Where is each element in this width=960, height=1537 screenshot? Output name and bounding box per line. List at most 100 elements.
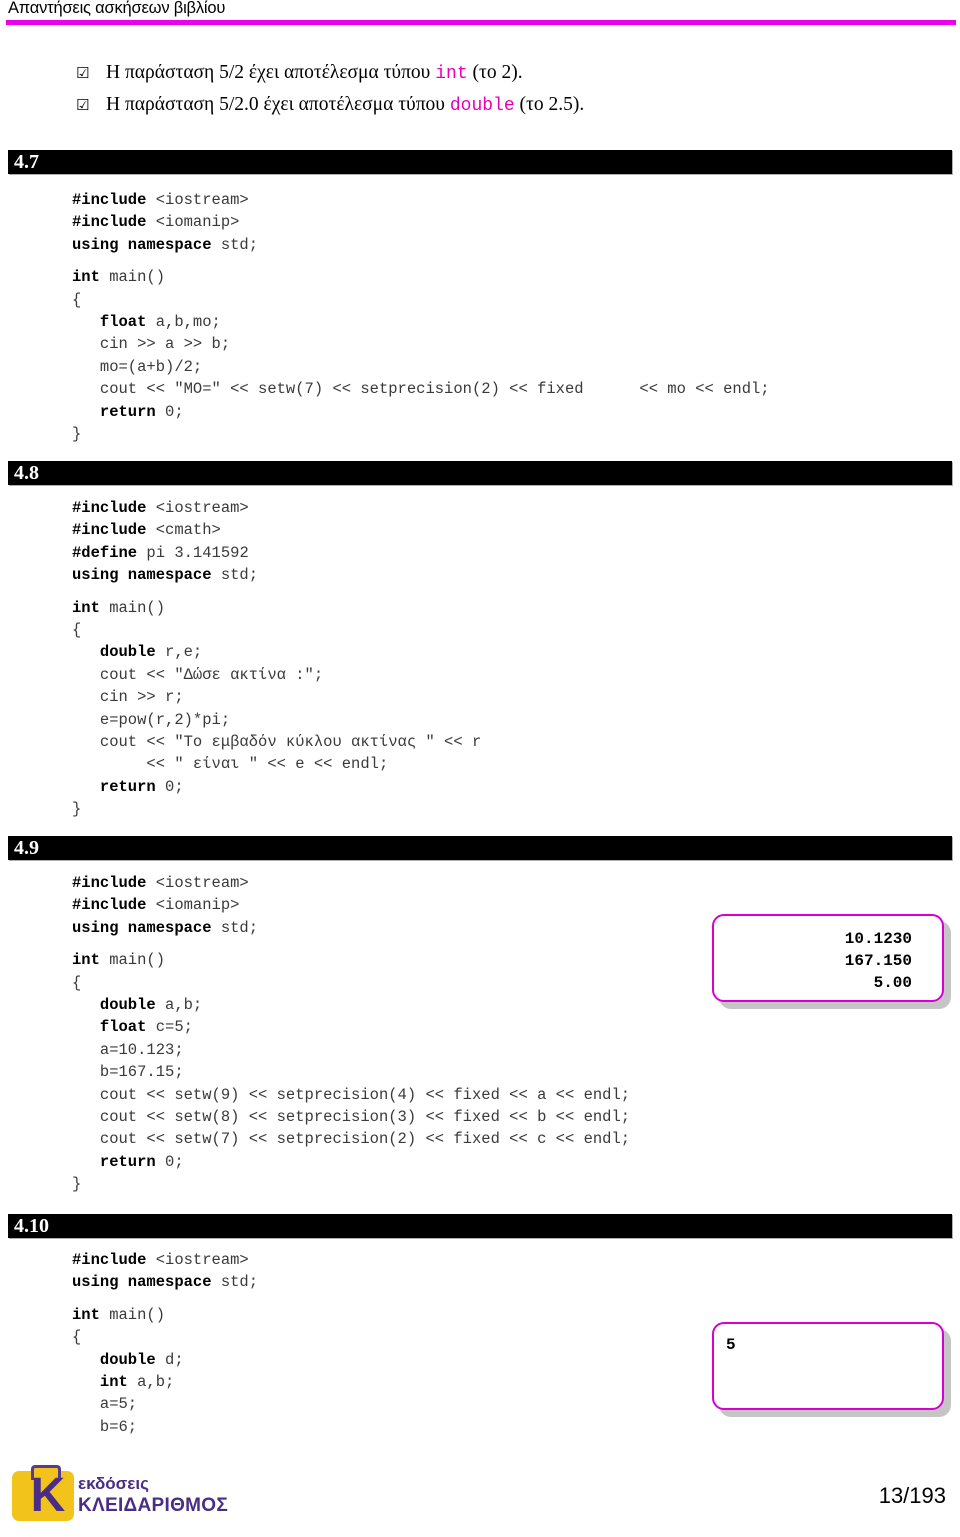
code-text: std; bbox=[211, 235, 259, 254]
section-label: 4.10 bbox=[14, 1215, 49, 1237]
code-line: float a,b,mo; bbox=[72, 311, 770, 333]
code-text: { bbox=[72, 973, 82, 992]
list-item: ☑ Η παράσταση 5/2 έχει αποτέλεσμα τύπου … bbox=[0, 62, 960, 84]
code-line: cout << setw(7) << setprecision(2) << fi… bbox=[72, 1128, 630, 1150]
publisher-logo: K εκδόσεις ΚΛΕΙΔΑΡΙΘΜΟΣ bbox=[12, 1463, 228, 1525]
code-line: return 0; bbox=[72, 1151, 630, 1173]
code-line: << " είναι " << e << endl; bbox=[72, 753, 481, 775]
code-text: main() bbox=[99, 1305, 166, 1324]
code-listing-4-8: #include <iostream> #include <cmath> #defi… bbox=[72, 497, 481, 821]
code-line: { bbox=[72, 1326, 258, 1348]
code-line: cout << "Δώσε ακτίνα :"; bbox=[72, 664, 481, 686]
code-keyword: using namespace bbox=[72, 1273, 212, 1292]
code-text: <iostream> bbox=[146, 191, 249, 209]
code-text: 0; bbox=[155, 1152, 184, 1171]
code-line: int main() bbox=[72, 949, 630, 971]
list-item-text: Η παράσταση 5/2 έχει αποτέλεσμα τύπου in… bbox=[106, 62, 523, 84]
list-item-text-before: Η παράσταση 5/2 έχει αποτέλεσμα τύπου bbox=[106, 62, 436, 83]
code-line: int a,b; bbox=[72, 1371, 258, 1393]
code-text: std; bbox=[211, 566, 259, 585]
code-line: b=167.15; bbox=[72, 1061, 630, 1083]
code-text: <cmath> bbox=[146, 521, 221, 540]
code-text: <iostream> bbox=[146, 1251, 249, 1269]
code-keyword: int bbox=[99, 1373, 128, 1392]
page-header-title: Απαντήσεις ασκήσεων βιβλίου bbox=[8, 0, 226, 17]
code-text: b=6; bbox=[72, 1417, 138, 1436]
code-keyword: double bbox=[99, 1350, 156, 1369]
code-line: #define pi 3.141592 bbox=[72, 542, 481, 564]
code-text: a,b,mo; bbox=[146, 313, 221, 332]
code-text: std; bbox=[211, 1273, 259, 1292]
code-text: e=pow(r,2)*pi; bbox=[72, 710, 231, 729]
code-text: cout << setw(7) << setprecision(2) << fi… bbox=[72, 1130, 631, 1149]
code-text: } bbox=[72, 1175, 82, 1194]
page-number: 13/193 bbox=[878, 1483, 946, 1508]
code-text: mo=(a+b)/2; bbox=[72, 357, 203, 376]
code-listing-4-7: #include <iostream> #include <iomanip> usi… bbox=[72, 189, 770, 445]
code-text: b=167.15; bbox=[72, 1063, 184, 1082]
code-line: a=10.123; bbox=[72, 1039, 630, 1061]
code-line: cout << setw(8) << setprecision(3) << fi… bbox=[72, 1106, 630, 1128]
code-text: a,b; bbox=[155, 996, 203, 1015]
code-text: { bbox=[72, 1328, 82, 1347]
program-output-text: 5 bbox=[726, 1336, 736, 1354]
code-keyword: #include bbox=[72, 896, 147, 915]
code-keyword: int bbox=[72, 951, 100, 970]
list-item-text: Η παράσταση 5/2.0 έχει αποτέλεσμα τύπου … bbox=[106, 94, 584, 116]
code-line: cout << setw(9) << setprecision(4) << fi… bbox=[72, 1084, 630, 1106]
code-keyword: #include bbox=[72, 1251, 147, 1269]
code-text: r,e; bbox=[155, 643, 203, 662]
code-text: main() bbox=[99, 951, 166, 970]
code-line: #include <iostream> bbox=[72, 872, 630, 894]
code-line: { bbox=[72, 619, 481, 641]
code-keyword: double bbox=[99, 643, 156, 662]
code-line: e=pow(r,2)*pi; bbox=[72, 709, 481, 731]
code-keyword: int bbox=[72, 598, 100, 617]
checked-box-icon: ☑ bbox=[76, 96, 90, 114]
logo-letter-k: K bbox=[30, 1469, 66, 1522]
code-text: a,b; bbox=[127, 1373, 175, 1392]
code-keyword: return bbox=[99, 777, 156, 796]
code-text: a=10.123; bbox=[72, 1040, 184, 1059]
code-line: using namespace std; bbox=[72, 917, 630, 939]
page-footer: K εκδόσεις ΚΛΕΙΔΑΡΙΘΜΟΣ 13/193 bbox=[0, 1455, 960, 1537]
code-text: cout << setw(8) << setprecision(3) << fi… bbox=[72, 1108, 631, 1127]
code-keyword: using namespace bbox=[72, 566, 212, 585]
code-text: } bbox=[72, 425, 82, 444]
code-keyword: #include bbox=[72, 191, 147, 209]
code-line: using namespace std; bbox=[72, 1271, 258, 1293]
program-output-box-4-9: 10.1230 167.150 5.00 bbox=[712, 914, 944, 1002]
code-text: <iomanip> bbox=[146, 896, 240, 915]
code-line: double a,b; bbox=[72, 994, 630, 1016]
code-keyword: #define bbox=[72, 543, 138, 562]
code-keyword: #include bbox=[72, 521, 147, 540]
code-text: cout << setw(9) << setprecision(4) << fi… bbox=[72, 1085, 631, 1104]
code-line: double r,e; bbox=[72, 641, 481, 663]
code-keyword: int bbox=[72, 1305, 100, 1324]
section-banner-4-7: 4.7 bbox=[8, 150, 952, 174]
code-line: #include <iomanip> bbox=[72, 211, 770, 233]
code-text: cin >> r; bbox=[72, 688, 184, 707]
code-keyword: using namespace bbox=[72, 235, 212, 254]
code-text: cout << "Το εμβαδόν κύκλου ακτίνας " << … bbox=[72, 733, 482, 752]
code-text: a=5; bbox=[72, 1395, 138, 1414]
code-line: double d; bbox=[72, 1349, 258, 1371]
code-text: << " είναι " << e << endl; bbox=[72, 755, 389, 774]
program-output-text: 10.1230 167.150 5.00 bbox=[844, 930, 912, 992]
intro-bullet-list: ☑ Η παράσταση 5/2 έχει αποτέλεσμα τύπου … bbox=[0, 62, 960, 126]
list-item-text-before: Η παράσταση 5/2.0 έχει αποτέλεσμα τύπου bbox=[106, 94, 450, 115]
code-line: int main() bbox=[72, 597, 481, 619]
code-keyword: #include bbox=[72, 213, 147, 232]
code-text: 0; bbox=[155, 402, 184, 421]
